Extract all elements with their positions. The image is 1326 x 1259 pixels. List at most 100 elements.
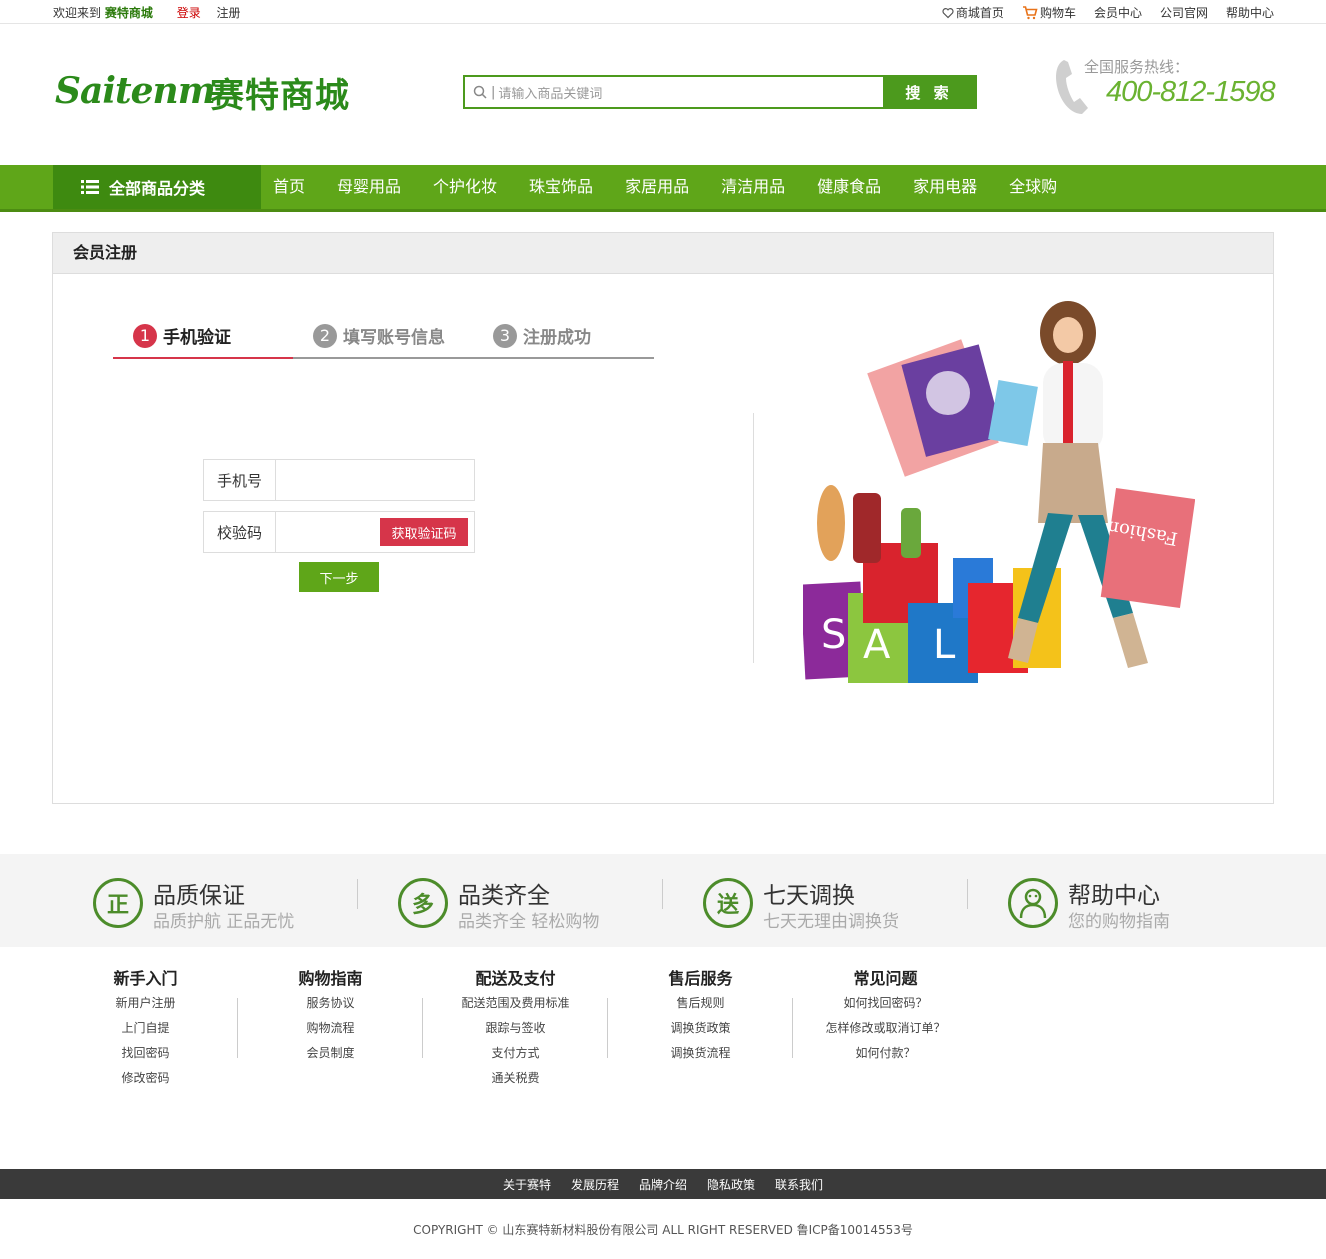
get-code-button[interactable]: 获取验证码	[380, 518, 468, 546]
footer-link[interactable]: 售后规则	[608, 992, 793, 1017]
footer-link[interactable]: 支付方式	[423, 1042, 608, 1067]
step-2-label: 填写账号信息	[343, 328, 445, 348]
quality-icon: 正	[93, 878, 143, 928]
nav-item-jewelry[interactable]: 珠宝饰品	[517, 165, 605, 209]
all-categories-button[interactable]: 全部商品分类	[53, 165, 261, 209]
top-link-cart[interactable]: 购物车	[1022, 4, 1076, 21]
cart-icon	[1022, 5, 1038, 19]
footer-link[interactable]: 修改密码	[53, 1067, 238, 1092]
top-link-cart-label: 购物车	[1039, 6, 1076, 20]
footer-link[interactable]: 通关税费	[423, 1067, 608, 1092]
hotline-number: 400-812-1598	[1106, 76, 1276, 108]
register-panel: 会员注册 1 手机验证 2 填写账号信息 3 注册成功 手机号 校验码 获取验证…	[52, 232, 1274, 804]
active-step-underline	[113, 357, 293, 359]
service-variety-desc: 品类齐全 轻松购物	[458, 912, 600, 932]
bottom-link-privacy[interactable]: 隐私政策	[707, 1176, 755, 1193]
footer-link[interactable]: 跟踪与签收	[423, 1017, 608, 1042]
bag-letter-a: A	[863, 622, 891, 668]
logo-script: Saitenm	[55, 70, 216, 112]
footer-col-guide: 购物指南 服务协议 购物流程 会员制度	[238, 966, 423, 1067]
service-help-title: 帮助中心	[1068, 883, 1160, 909]
step-3: 3 注册成功	[493, 323, 591, 348]
all-categories-label: 全部商品分类	[109, 179, 206, 198]
nav-item-appliances[interactable]: 家用电器	[901, 165, 989, 209]
logo-cn: 赛特商城	[210, 76, 350, 116]
footer-col-delivery: 配送及支付 配送范围及费用标准 跟踪与签收 支付方式 通关税费	[423, 966, 608, 1092]
service-quality: 正 品质保证 品质护航 正品无忧	[93, 876, 353, 932]
top-link-home-label: 商城首页	[955, 6, 1004, 20]
search-button[interactable]: 搜 索	[883, 77, 975, 107]
bottom-link-about[interactable]: 关于赛特	[503, 1176, 551, 1193]
top-link-help[interactable]: 帮助中心	[1226, 4, 1274, 21]
footer-col-title: 常见问题	[853, 969, 918, 988]
footer-link[interactable]: 新用户注册	[53, 992, 238, 1017]
site-logo[interactable]: Saitenm 赛特商城	[55, 66, 365, 116]
bag-letter-l: L	[933, 622, 956, 668]
step-1-number: 1	[133, 323, 157, 348]
footer-link[interactable]: 调换货流程	[608, 1042, 793, 1067]
footer-link[interactable]: 怎样修改或取消订单？	[793, 1017, 978, 1042]
delivery-icon: 送	[703, 878, 753, 928]
code-field: 校验码 获取验证码	[203, 511, 475, 553]
footer-link[interactable]: 会员制度	[238, 1042, 423, 1067]
footer-col-title: 配送及支付	[475, 969, 556, 988]
nav-item-home[interactable]: 首页	[261, 165, 317, 209]
footer-col-title: 售后服务	[668, 969, 733, 988]
search-bar: | 请输入商品关键词 搜 索	[463, 75, 977, 109]
login-link[interactable]: 登录	[177, 6, 201, 20]
footer-col-beginner: 新手入门 新用户注册 上门自提 找回密码 修改密码	[53, 966, 238, 1092]
top-bar: 欢迎来到 赛特商城 登录 注册 商城首页 购物车 会员中心 公司官网 帮助中心	[0, 0, 1326, 24]
footer-col-faq: 常见问题 如何找回密码？ 怎样修改或取消订单？ 如何付款？	[793, 966, 978, 1067]
top-link-company[interactable]: 公司官网	[1160, 4, 1208, 21]
register-steps: 1 手机验证 2 填写账号信息 3 注册成功	[113, 313, 654, 359]
search-placeholder: 请输入商品关键词	[498, 86, 603, 102]
service-quality-desc: 品质护航 正品无忧	[153, 912, 295, 932]
footer-link[interactable]: 如何付款？	[793, 1042, 978, 1067]
top-link-home[interactable]: 商城首页	[942, 4, 1004, 21]
service-variety: 多 品类齐全 品类齐全 轻松购物	[398, 876, 658, 932]
bag-letter-s: S	[821, 612, 846, 658]
hotline: 全国服务热线： 400-812-1598	[1052, 54, 1282, 118]
footer-link[interactable]: 调换货政策	[608, 1017, 793, 1042]
step-1-label: 手机验证	[163, 328, 231, 348]
welcome-area: 欢迎来到 赛特商城 登录 注册	[53, 4, 241, 21]
panel-title: 会员注册	[53, 233, 1273, 274]
bottom-link-brand[interactable]: 品牌介绍	[639, 1176, 687, 1193]
bottom-link-history[interactable]: 发展历程	[571, 1176, 619, 1193]
welcome-text: 欢迎来到	[53, 6, 102, 20]
nav-item-global[interactable]: 全球购	[997, 165, 1069, 209]
nav-item-home-goods[interactable]: 家居用品	[613, 165, 701, 209]
service-divider	[357, 879, 358, 909]
footer-link[interactable]: 配送范围及费用标准	[423, 992, 608, 1017]
nav-item-baby[interactable]: 母婴用品	[325, 165, 413, 209]
footer-link[interactable]: 购物流程	[238, 1017, 423, 1042]
services-band: 正 品质保证 品质护航 正品无忧 多 品类齐全 品类齐全 轻松购物 送 七天调换…	[0, 854, 1326, 947]
search-input[interactable]: | 请输入商品关键词	[465, 77, 883, 107]
footer-link[interactable]: 如何找回密码？	[793, 992, 978, 1017]
top-link-member[interactable]: 会员中心	[1094, 4, 1142, 21]
footer-link[interactable]: 上门自提	[53, 1017, 238, 1042]
shopping-girl-illustration: S A L Fashion	[803, 301, 1195, 683]
nav-item-health-food[interactable]: 健康食品	[805, 165, 893, 209]
next-button[interactable]: 下一步	[299, 562, 379, 592]
search-icon	[473, 85, 487, 99]
service-exchange-title: 七天调换	[763, 883, 855, 909]
phone-label: 手机号	[204, 460, 276, 500]
phone-field: 手机号	[203, 459, 475, 501]
phone-input[interactable]	[276, 460, 474, 500]
service-help: 帮助中心 您的购物指南	[1008, 876, 1268, 932]
register-link[interactable]: 注册	[217, 6, 241, 20]
variety-icon: 多	[398, 878, 448, 928]
footer-link[interactable]: 找回密码	[53, 1042, 238, 1067]
nav-item-cleaning[interactable]: 清洁用品	[709, 165, 797, 209]
bottom-link-contact[interactable]: 联系我们	[775, 1176, 823, 1193]
bottom-links-bar: 关于赛特 发展历程 品牌介绍 隐私政策 联系我们	[0, 1169, 1326, 1199]
service-divider	[967, 879, 968, 909]
nav-item-cosmetics[interactable]: 个护化妆	[421, 165, 509, 209]
vertical-divider	[753, 413, 754, 663]
service-quality-title: 品质保证	[153, 883, 245, 909]
welcome-brand: 赛特商城	[104, 6, 153, 20]
step-1: 1 手机验证	[133, 323, 231, 348]
footer-link[interactable]: 服务协议	[238, 992, 423, 1017]
service-divider	[662, 879, 663, 909]
